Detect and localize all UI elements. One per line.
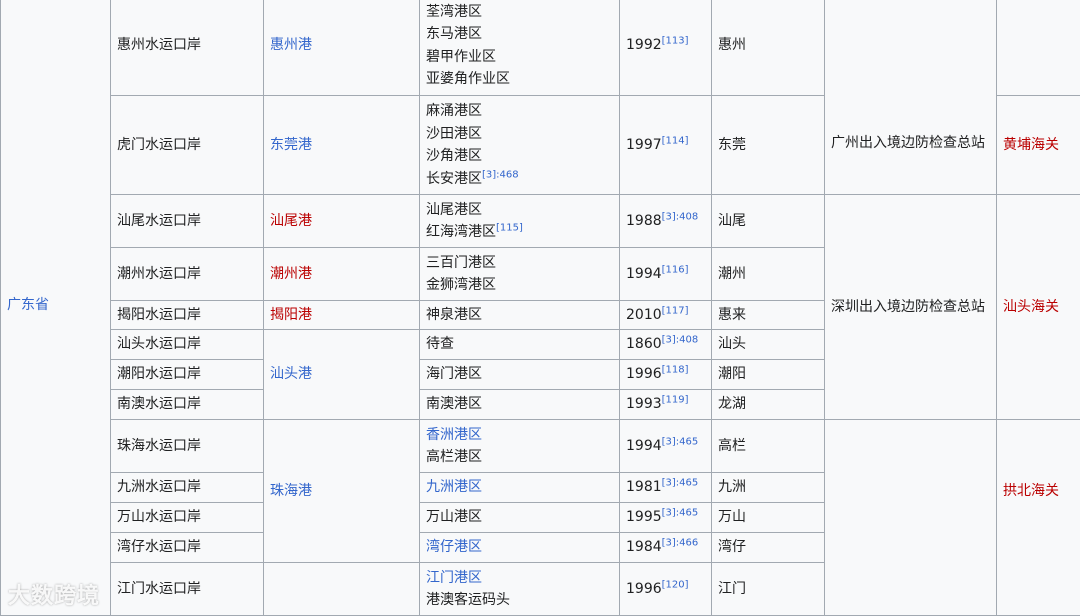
open-year: 1988[3]:408	[620, 195, 712, 248]
customs-empty	[997, 0, 1080, 96]
open-year: 1992[113]	[620, 0, 712, 96]
port-name: 万山水运口岸	[111, 503, 264, 533]
port-name: 九洲水运口岸	[111, 473, 264, 503]
port-name: 汕尾水运口岸	[111, 195, 264, 248]
table-row: 汕尾水运口岸 汕尾港 汕尾港区红海湾港区[115] 1988[3]:408 汕尾…	[1, 195, 1080, 248]
open-year: 1996[120]	[620, 563, 712, 616]
city: 江门	[712, 563, 825, 616]
watermark-logo: 大数跨境	[8, 578, 100, 610]
port-areas: 麻涌港区沙田港区 沙角港区长安港区[3]:468	[420, 96, 620, 195]
citation-link[interactable]: [3]:465	[662, 508, 699, 519]
harbor-link[interactable]: 揭阳港	[264, 301, 420, 330]
customs-link[interactable]: 黄埔海关	[997, 96, 1080, 195]
citation-link[interactable]: [3]:465	[662, 478, 699, 489]
citation-link[interactable]: [3]:468	[482, 169, 519, 180]
city: 湾仔	[712, 533, 825, 563]
citation-link[interactable]: [118]	[662, 365, 689, 376]
open-year: 1860[3]:408	[620, 330, 712, 360]
harbor-empty	[264, 563, 420, 616]
city: 潮州	[712, 248, 825, 301]
border-station: 广州出入境边防检查总站	[825, 0, 997, 195]
port-areas: 神泉港区	[420, 301, 620, 330]
port-name: 珠海水运口岸	[111, 420, 264, 473]
province-link[interactable]: 广东省	[1, 0, 111, 616]
port-areas: 待查	[420, 330, 620, 360]
open-year: 1984[3]:466	[620, 533, 712, 563]
open-year: 1996[118]	[620, 360, 712, 390]
citation-link[interactable]: [117]	[662, 305, 689, 316]
port-areas: 香洲港区高栏港区	[420, 420, 620, 473]
area-link[interactable]: 江门港区	[426, 567, 613, 590]
citation-link[interactable]: [113]	[662, 36, 689, 47]
port-areas: 汕尾港区红海湾港区[115]	[420, 195, 620, 248]
open-year: 1993[119]	[620, 390, 712, 420]
city: 汕头	[712, 330, 825, 360]
port-name: 江门水运口岸	[111, 563, 264, 616]
open-year: 1994[116]	[620, 248, 712, 301]
customs-link[interactable]: 汕头海关	[997, 195, 1080, 420]
port-name: 潮州水运口岸	[111, 248, 264, 301]
port-areas: 湾仔港区	[420, 533, 620, 563]
citation-link[interactable]: [3]:408	[662, 211, 699, 222]
port-areas: 三百门港区金狮湾港区	[420, 248, 620, 301]
harbor-link[interactable]: 珠海港	[264, 420, 420, 563]
harbor-link[interactable]: 东莞港	[264, 96, 420, 195]
ports-table: 广东省 惠州水运口岸 惠州港 荃湾港区东马港区 碧甲作业区亚婆角作业区 1992…	[0, 0, 1080, 616]
harbor-link[interactable]: 惠州港	[264, 0, 420, 96]
city: 潮阳	[712, 360, 825, 390]
harbor-link[interactable]: 汕尾港	[264, 195, 420, 248]
port-name: 湾仔水运口岸	[111, 533, 264, 563]
area-link[interactable]: 九洲港区	[426, 479, 482, 495]
border-station: 深圳出入境边防检查总站	[825, 195, 997, 420]
port-areas: 海门港区	[420, 360, 620, 390]
city: 高栏	[712, 420, 825, 473]
port-areas: 荃湾港区东马港区 碧甲作业区亚婆角作业区	[420, 0, 620, 96]
harbor-link[interactable]: 潮州港	[264, 248, 420, 301]
harbor-link[interactable]: 汕头港	[264, 330, 420, 420]
port-name: 揭阳水运口岸	[111, 301, 264, 330]
citation-link[interactable]: [116]	[662, 264, 689, 275]
open-year: 1994[3]:465	[620, 420, 712, 473]
citation-link[interactable]: [120]	[662, 579, 689, 590]
area-link[interactable]: 香洲港区	[426, 424, 613, 447]
port-name: 潮阳水运口岸	[111, 360, 264, 390]
open-year: 1995[3]:465	[620, 503, 712, 533]
table-row: 珠海水运口岸 珠海港 香洲港区高栏港区 1994[3]:465 高栏 拱北海关	[1, 420, 1080, 473]
port-areas: 九洲港区	[420, 473, 620, 503]
city: 惠州	[712, 0, 825, 96]
table-row: 广东省 惠州水运口岸 惠州港 荃湾港区东马港区 碧甲作业区亚婆角作业区 1992…	[1, 0, 1080, 96]
open-year: 1981[3]:465	[620, 473, 712, 503]
city: 龙湖	[712, 390, 825, 420]
port-name: 汕头水运口岸	[111, 330, 264, 360]
city: 九洲	[712, 473, 825, 503]
border-station-empty	[825, 420, 997, 616]
citation-link[interactable]: [114]	[662, 135, 689, 146]
port-areas: 江门港区港澳客运码头	[420, 563, 620, 616]
port-name: 惠州水运口岸	[111, 0, 264, 96]
area-link[interactable]: 湾仔港区	[426, 539, 482, 555]
port-name: 虎门水运口岸	[111, 96, 264, 195]
citation-link[interactable]: [119]	[662, 395, 689, 406]
city: 万山	[712, 503, 825, 533]
citation-link[interactable]: [3]:466	[662, 538, 699, 549]
customs-link[interactable]: 拱北海关	[997, 420, 1080, 616]
city: 东莞	[712, 96, 825, 195]
open-year: 2010[117]	[620, 301, 712, 330]
citation-link[interactable]: [3]:465	[662, 436, 699, 447]
city: 汕尾	[712, 195, 825, 248]
port-areas: 南澳港区	[420, 390, 620, 420]
citation-link[interactable]: [115]	[496, 222, 523, 233]
port-name: 南澳水运口岸	[111, 390, 264, 420]
citation-link[interactable]: [3]:408	[662, 335, 699, 346]
city: 惠来	[712, 301, 825, 330]
open-year: 1997[114]	[620, 96, 712, 195]
port-areas: 万山港区	[420, 503, 620, 533]
